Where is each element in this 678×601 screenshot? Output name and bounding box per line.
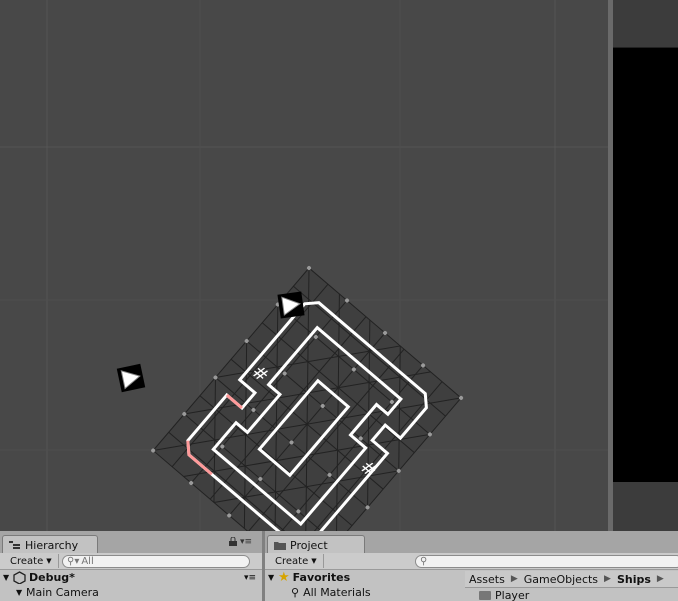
project-create-button[interactable]: Create ▼ (269, 554, 324, 568)
hierarchy-panel-controls[interactable]: ▾≡ (229, 537, 252, 547)
game-view[interactable] (613, 0, 678, 531)
hierarchy-icon (9, 541, 20, 549)
breadcrumb-separator-icon: ▶ (656, 574, 664, 584)
search-icon: ⚲▾ (67, 556, 80, 567)
breadcrumb-item-ships[interactable]: Ships (617, 573, 651, 586)
scene-view[interactable]: # # (0, 0, 610, 531)
game-view-render (613, 48, 678, 482)
search-icon: ⚲ (420, 556, 428, 567)
hierarchy-search-input[interactable]: ⚲▾ All (62, 555, 250, 568)
hierarchy-item[interactable]: ▼ Main Camera (0, 585, 262, 600)
foldout-icon[interactable]: ▼ (16, 588, 26, 597)
tab-project-label: Project (290, 538, 328, 552)
ship-mesh[interactable]: # # (150, 265, 464, 531)
breadcrumb: Assets ▶ GameObjects ▶ Ships ▶ (465, 571, 678, 588)
project-panel: Project Create ▼ ⚲ ▼ ★ Favorites ⚲ All Ma… (265, 531, 678, 601)
hierarchy-item-label: Main Camera (26, 586, 99, 599)
tab-hierarchy-label: Hierarchy (25, 538, 79, 552)
favorites-item-label: All Materials (303, 586, 371, 599)
project-search-input[interactable]: ⚲ (415, 555, 678, 568)
foldout-icon[interactable]: ▼ (3, 573, 13, 582)
unity-logo-icon (13, 571, 26, 584)
tab-hierarchy[interactable]: Hierarchy (2, 535, 98, 554)
game-view-toolbar (613, 0, 678, 48)
game-view-footer (613, 482, 678, 531)
breadcrumb-item-gameobjects[interactable]: GameObjects (524, 573, 598, 586)
folder-icon (479, 591, 491, 600)
project-toolbar: Create ▼ ⚲ (265, 553, 678, 570)
panel-menu-icon[interactable]: ▾≡ (240, 537, 252, 547)
scene-row[interactable]: ▼ Debug* ▾≡ (0, 570, 262, 585)
breadcrumb-separator-icon: ▶ (510, 574, 518, 584)
tab-project[interactable]: Project (267, 535, 365, 554)
hierarchy-toolbar: Create ▼ ⚲▾ All (0, 553, 262, 570)
scene-menu-icon[interactable]: ▾≡ (244, 573, 256, 583)
lock-icon[interactable] (229, 537, 237, 546)
asset-item[interactable]: Player (479, 588, 529, 601)
scene-name: Debug* (29, 571, 75, 584)
breadcrumb-item-assets[interactable]: Assets (469, 573, 505, 586)
asset-item-label: Player (495, 589, 530, 601)
search-icon: ⚲ (291, 586, 300, 599)
camera-gizmo-icon[interactable] (116, 363, 146, 393)
scene-canvas[interactable]: # # (0, 0, 610, 531)
favorites-label: Favorites (292, 571, 351, 584)
camera-gizmo-icon[interactable] (277, 291, 305, 319)
hierarchy-create-button[interactable]: Create ▼ (4, 554, 59, 568)
project-tabstrip: Project (265, 531, 678, 554)
hierarchy-panel: Hierarchy ▾≡ Create ▼ ⚲▾ All ▼ Debug* ▾≡ … (0, 531, 262, 601)
hierarchy-tabstrip: Hierarchy ▾≡ (0, 531, 262, 554)
folder-icon (274, 542, 286, 550)
star-icon: ★ (278, 570, 290, 585)
foldout-icon[interactable]: ▼ (268, 573, 278, 582)
breadcrumb-separator-icon: ▶ (604, 574, 611, 584)
